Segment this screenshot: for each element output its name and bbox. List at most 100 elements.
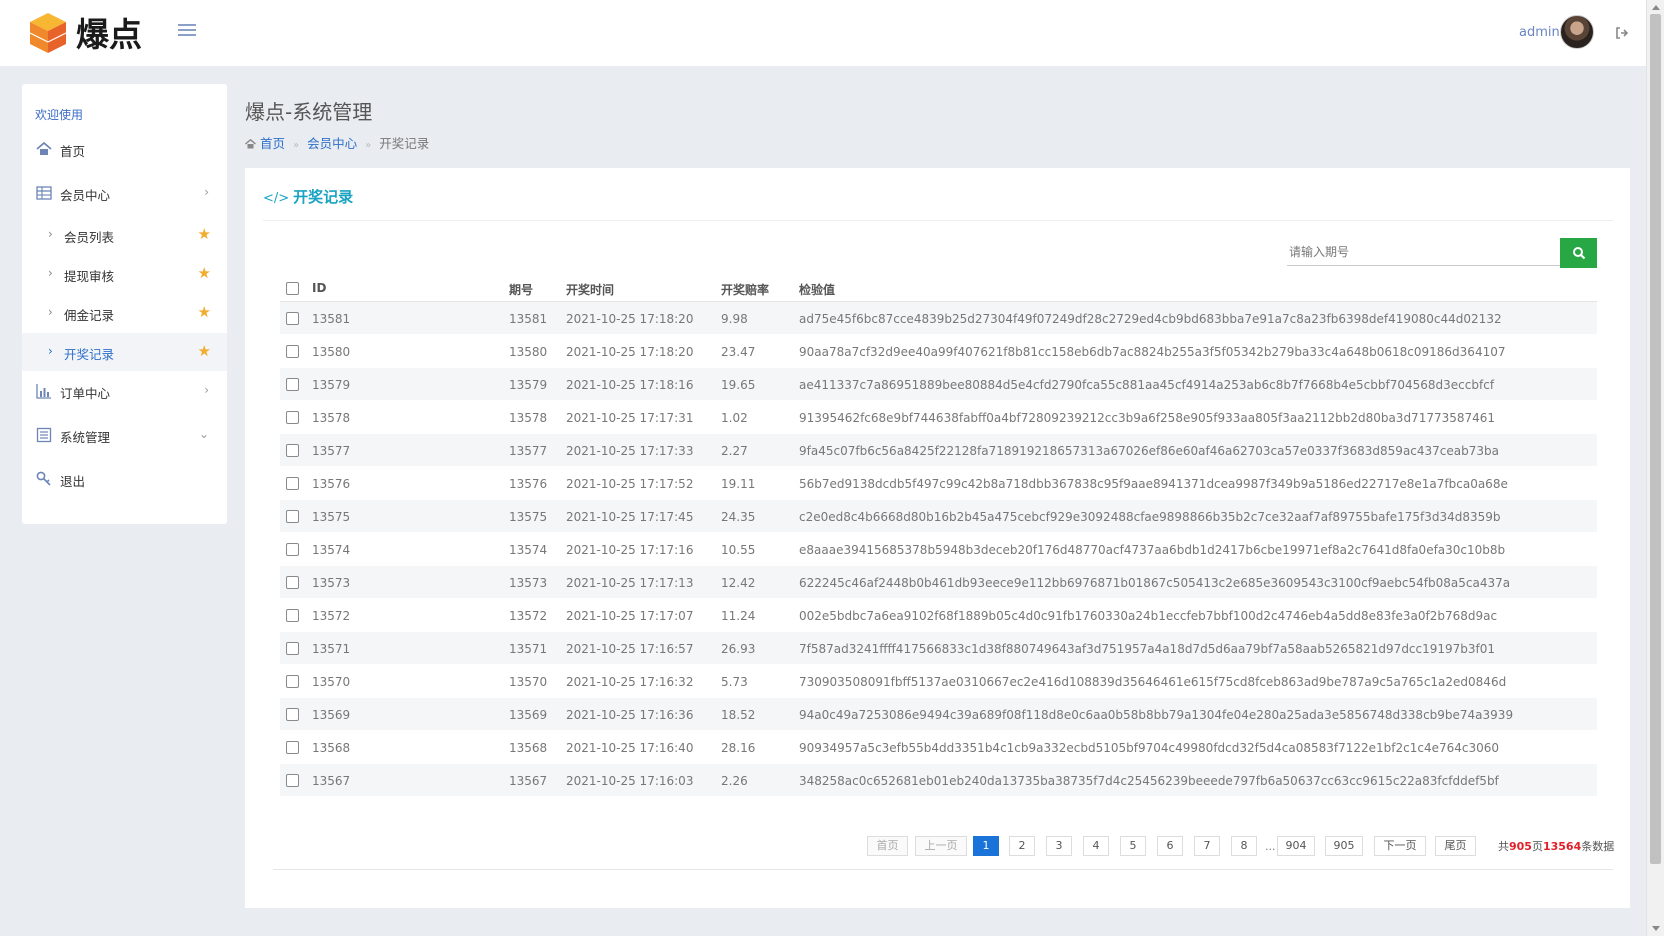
cell-hash: 90934957a5c3efb55b4dd3351b4c1cb9a332ecbd…: [799, 741, 1500, 755]
table-row[interactable]: 13580 13580 2021-10-25 17:18:20 23.47 90aa78…: [280, 335, 1597, 368]
row-checkbox[interactable]: [286, 477, 299, 490]
sidebar-subitem-withdraw-review[interactable]: › 提现审核 ★: [22, 255, 227, 293]
row-checkbox[interactable]: [286, 609, 299, 622]
top-bar: 爆点 admin: [0, 0, 1646, 66]
cell-hash: e8aaae39415685378b5948b3deceb20f176d4877…: [799, 543, 1506, 557]
row-checkbox[interactable]: [286, 444, 299, 457]
admin-username[interactable]: admin: [1519, 25, 1560, 40]
cell-issue: 13569: [509, 708, 548, 722]
select-all-checkbox[interactable]: [286, 282, 299, 295]
column-header-id[interactable]: ID: [312, 281, 326, 295]
summary-prefix: 共: [1498, 840, 1509, 853]
menu-toggle-icon[interactable]: [178, 24, 196, 40]
pagination-page[interactable]: 1: [973, 836, 999, 856]
row-checkbox[interactable]: [286, 642, 299, 655]
pagination-page[interactable]: 5: [1120, 836, 1146, 856]
cell-id: 13569: [312, 708, 351, 722]
vertical-scrollbar[interactable]: [1646, 0, 1664, 936]
table-header: ID 期号 开奖时间 开奖赔率 检验值: [280, 276, 1597, 302]
logout-icon[interactable]: [1615, 26, 1629, 40]
sidebar-item-member-center[interactable]: 会员中心 ›: [22, 175, 227, 211]
row-checkbox[interactable]: [286, 411, 299, 424]
cell-id: 13581: [312, 312, 351, 326]
table-row[interactable]: 13578 13578 2021-10-25 17:17:31 1.02 9139546…: [280, 401, 1597, 434]
avatar[interactable]: [1560, 15, 1594, 49]
cell-issue: 13575: [509, 510, 548, 524]
cell-hash: 9fa45c07fb6c56a8425f22128fa7189192186573…: [799, 444, 1499, 458]
cell-odds: 19.11: [721, 477, 756, 491]
pagination-page[interactable]: 905: [1325, 836, 1363, 856]
column-header-odds[interactable]: 开奖赔率: [721, 281, 769, 298]
panel-title-text: 开奖记录: [293, 188, 354, 206]
table-row[interactable]: 13571 13571 2021-10-25 17:16:57 26.93 7f587a…: [280, 632, 1597, 665]
table-row[interactable]: 13573 13573 2021-10-25 17:17:13 12.42 622245…: [280, 566, 1597, 599]
sidebar-subitem-member-list[interactable]: › 会员列表 ★: [22, 216, 227, 254]
sidebar-item-home[interactable]: 首页: [22, 131, 227, 167]
table-row[interactable]: 13576 13576 2021-10-25 17:17:52 19.11 56b7ed…: [280, 467, 1597, 500]
pagination-page[interactable]: 904: [1277, 836, 1315, 856]
cell-odds: 19.65: [721, 378, 756, 392]
app-logo[interactable]: 爆点: [28, 10, 154, 56]
table-row[interactable]: 13569 13569 2021-10-25 17:16:36 18.52 94a0c4…: [280, 698, 1597, 731]
pagination-prev[interactable]: 上一页: [915, 836, 967, 856]
table-row[interactable]: 13581 13581 2021-10-25 17:18:20 9.98 ad75e45…: [280, 302, 1597, 335]
issue-search-input[interactable]: [1287, 238, 1560, 266]
cell-draw-time: 2021-10-25 17:18:20: [566, 312, 694, 326]
pagination-next[interactable]: 下一页: [1374, 836, 1426, 856]
star-icon: ★: [197, 225, 211, 243]
row-checkbox[interactable]: [286, 543, 299, 556]
pagination-page[interactable]: 3: [1046, 836, 1072, 856]
column-header-issue[interactable]: 期号: [509, 281, 533, 298]
row-checkbox[interactable]: [286, 510, 299, 523]
scroll-down-icon[interactable]: [1652, 926, 1660, 931]
table-row[interactable]: 13579 13579 2021-10-25 17:18:16 19.65 ae4113…: [280, 368, 1597, 401]
scroll-up-icon[interactable]: [1652, 5, 1660, 10]
table-row[interactable]: 13568 13568 2021-10-25 17:16:40 28.16 909349…: [280, 731, 1597, 764]
pagination-page[interactable]: 8: [1231, 836, 1257, 856]
pagination-page[interactable]: 2: [1009, 836, 1035, 856]
row-checkbox[interactable]: [286, 576, 299, 589]
cell-draw-time: 2021-10-25 17:16:03: [566, 774, 694, 788]
sidebar-item-system-manage[interactable]: 系统管理 ⌄: [22, 417, 227, 453]
cell-issue: 13578: [509, 411, 548, 425]
row-checkbox[interactable]: [286, 312, 299, 325]
cell-odds: 24.35: [721, 510, 756, 524]
pagination-page[interactable]: 6: [1157, 836, 1183, 856]
cell-issue: 13567: [509, 774, 548, 788]
table-row[interactable]: 13567 13567 2021-10-25 17:16:03 2.26 348258a…: [280, 764, 1597, 797]
breadcrumb-separator: »: [365, 140, 372, 151]
pagination-first[interactable]: 首页: [867, 836, 908, 856]
chevron-right-icon: ›: [48, 344, 53, 358]
table-row[interactable]: 13575 13575 2021-10-25 17:17:45 24.35 c2e0ed…: [280, 500, 1597, 533]
row-checkbox[interactable]: [286, 345, 299, 358]
sidebar-item-logout[interactable]: 退出: [22, 461, 227, 497]
key-icon: [36, 471, 51, 486]
sidebar-subitem-lottery-records[interactable]: › 开奖记录 ★: [22, 333, 227, 371]
pagination-page[interactable]: 4: [1083, 836, 1109, 856]
row-checkbox[interactable]: [286, 708, 299, 721]
table-row[interactable]: 13574 13574 2021-10-25 17:17:16 10.55 e8aaae…: [280, 533, 1597, 566]
list-icon: [36, 427, 52, 443]
row-checkbox[interactable]: [286, 378, 299, 391]
sidebar-item-order-center[interactable]: 订单中心 ›: [22, 373, 227, 409]
column-header-draw-time[interactable]: 开奖时间: [566, 281, 614, 298]
breadcrumb-member-center[interactable]: 会员中心: [307, 136, 357, 151]
cell-draw-time: 2021-10-25 17:17:31: [566, 411, 694, 425]
cell-odds: 10.55: [721, 543, 756, 557]
row-checkbox[interactable]: [286, 675, 299, 688]
breadcrumb-home[interactable]: 首页: [260, 136, 285, 151]
pagination-page[interactable]: 7: [1194, 836, 1220, 856]
table-row[interactable]: 13577 13577 2021-10-25 17:17:33 2.27 9fa45c0…: [280, 434, 1597, 467]
row-checkbox[interactable]: [286, 774, 299, 787]
cell-issue: 13580: [509, 345, 548, 359]
chevron-down-icon: ⌄: [198, 427, 209, 441]
pagination-last[interactable]: 尾页: [1435, 836, 1476, 856]
row-checkbox[interactable]: [286, 741, 299, 754]
scrollbar-thumb[interactable]: [1650, 14, 1661, 864]
sidebar-welcome: 欢迎使用: [35, 108, 84, 122]
column-header-hash[interactable]: 检验值: [799, 281, 835, 298]
search-button[interactable]: [1560, 238, 1597, 268]
table-row[interactable]: 13572 13572 2021-10-25 17:17:07 11.24 002e5b…: [280, 599, 1597, 632]
sidebar-subitem-commission-records[interactable]: › 佣金记录 ★: [22, 294, 227, 332]
table-row[interactable]: 13570 13570 2021-10-25 17:16:32 5.73 7309035…: [280, 665, 1597, 698]
